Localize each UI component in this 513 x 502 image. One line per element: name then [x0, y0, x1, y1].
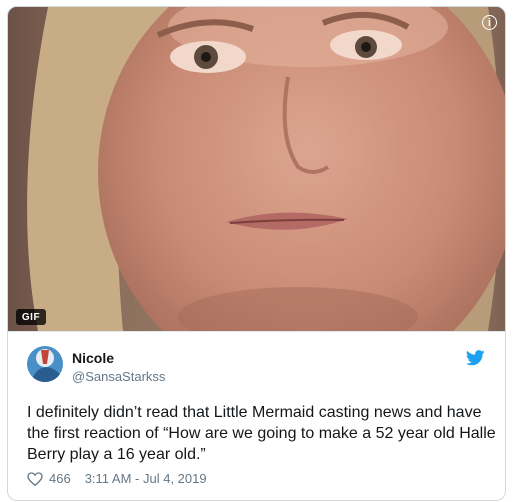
tweet-text: I definitely didn’t read that Little Mer…: [27, 404, 496, 463]
embedded-tweet-card: i GIF Nicole @SansaStarkss I definitely …: [7, 6, 506, 501]
info-circle-icon[interactable]: i: [482, 15, 497, 30]
heart-outline-icon[interactable]: [27, 471, 43, 486]
gif-badge: GIF: [16, 309, 46, 325]
user-handle[interactable]: @SansaStarkss: [72, 369, 165, 384]
twitter-bird-icon[interactable]: [466, 350, 485, 366]
gif-media[interactable]: i GIF: [8, 7, 505, 331]
tweet-body: Nicole @SansaStarkss I definitely didn’t…: [8, 331, 505, 500]
display-name[interactable]: Nicole: [72, 350, 114, 366]
tweet-meta: 466 3:11 AM - Jul 4, 2019: [27, 471, 207, 486]
tweet-timestamp[interactable]: 3:11 AM - Jul 4, 2019: [85, 471, 207, 486]
avatar-image: [27, 346, 63, 382]
avatar[interactable]: [27, 346, 63, 382]
like-count[interactable]: 466: [49, 471, 71, 486]
gif-frame-illustration: [8, 7, 505, 331]
